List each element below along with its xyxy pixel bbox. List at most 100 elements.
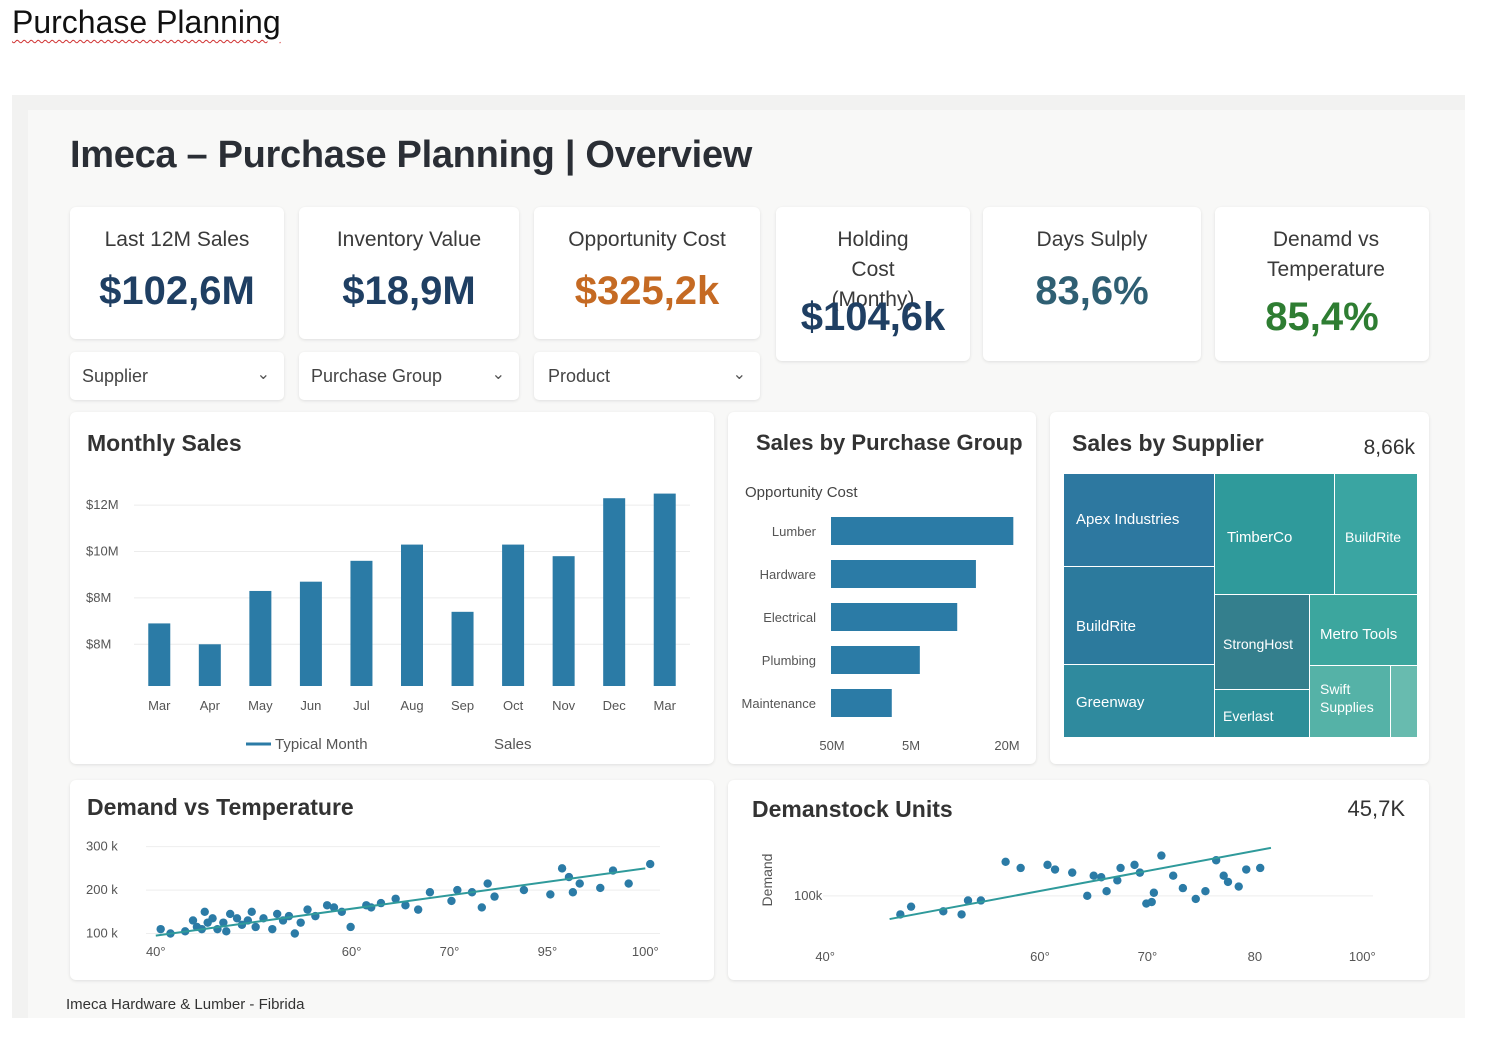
treemap-label: TimberCo xyxy=(1227,529,1292,546)
x-tick-label: Mar xyxy=(148,698,171,713)
y-tick-label: $8M xyxy=(86,636,111,651)
kpi-value: 83,6% xyxy=(1035,269,1149,313)
bar xyxy=(552,556,575,686)
legend-label: Sales xyxy=(494,736,532,753)
scatter-point xyxy=(251,922,260,932)
bar xyxy=(653,493,676,686)
bar xyxy=(831,689,892,717)
dropdown-label: Purchase Group xyxy=(311,366,443,386)
supplier-treemap: Apex Industries TimberCo BuildRite BuildRit… xyxy=(1064,474,1417,737)
dashboard-footer: Imeca Hardware & Lumber - Fibrida xyxy=(66,996,305,1013)
bar xyxy=(603,498,626,686)
scatter-point xyxy=(272,909,282,919)
kpi-label: Last 12M Sales xyxy=(104,228,250,251)
trend-line xyxy=(889,846,1272,921)
scatter-point xyxy=(1116,863,1125,873)
kpi-value: 85,4% xyxy=(1265,295,1379,339)
chevron-down-icon: ⌄ xyxy=(256,366,270,383)
sales-by-purchase-group-panel: Sales by Purchase Group Opportunity Cost… xyxy=(728,412,1036,764)
y-tick-label: Maintenance xyxy=(742,696,816,711)
x-tick-label: 95° xyxy=(538,944,558,959)
treemap-label: Supplies xyxy=(1320,699,1374,715)
bar xyxy=(350,560,373,686)
scatter-point xyxy=(557,864,567,873)
scatter-point xyxy=(1149,888,1159,897)
x-tick-label: 40° xyxy=(815,949,835,964)
treemap-label: Swift xyxy=(1320,681,1350,697)
scatter-point xyxy=(1242,865,1251,874)
demanstock-units-panel: Demanstock Units 45,7K 100k 40° 60° 70° 80 10… xyxy=(728,780,1429,980)
scatter-point xyxy=(1191,894,1200,904)
scatter-point xyxy=(477,903,487,912)
scatter-point xyxy=(646,859,655,869)
bar xyxy=(831,646,920,674)
scatter-point xyxy=(490,892,499,901)
scatter-point xyxy=(447,896,456,906)
scatter-point xyxy=(200,907,209,916)
kpi-label: Denamd vs Temperature xyxy=(1267,228,1385,281)
y-tick-label: $12M xyxy=(86,497,119,512)
x-tick-label: 60° xyxy=(342,944,362,959)
bar xyxy=(148,623,171,686)
bar xyxy=(299,581,322,686)
y-tick-label: 100 k xyxy=(86,925,118,940)
purchase-group-dropdown[interactable]: Purchase Group ⌄ xyxy=(299,352,519,400)
legend-label: Typical Month xyxy=(275,736,368,753)
bar xyxy=(401,544,423,686)
y-tick-label: $8M xyxy=(86,590,111,605)
kpi-value: $18,9M xyxy=(342,269,476,313)
scatter-point xyxy=(906,902,916,911)
supplier-dropdown[interactable]: Supplier ⌄ xyxy=(70,352,284,400)
kpi-card-days-supply: Days Sulply 83,6% xyxy=(983,207,1201,361)
monthly-sales-panel: Monthly Sales $12M $10M $8M $8M Mar Apr May Jun… xyxy=(70,412,714,764)
treemap-label: BuildRite xyxy=(1076,618,1136,635)
purchase-group-chart: Lumber Hardware Electrical Plumbing Maintena… xyxy=(742,517,1020,753)
scatter-point xyxy=(1130,860,1139,870)
y-tick-label: Plumbing xyxy=(762,653,816,668)
scatter-point xyxy=(1178,883,1188,893)
demand-temperature-scatter: 300 k 200 k 100 k 40° 60° 70° 95° 100° xyxy=(86,839,660,959)
product-dropdown[interactable]: Product ⌄ xyxy=(534,352,760,400)
scatter-point xyxy=(624,879,633,888)
demand-vs-temperature-panel: Demand vs Temperature 300 k 200 k 100 k 40°… xyxy=(70,780,714,980)
x-tick-label: Jul xyxy=(353,698,370,713)
scatter-point xyxy=(268,924,277,934)
kpi-card-last-12m-sales: Last 12M Sales $102,6M xyxy=(70,207,284,339)
treemap-label: BuildRite xyxy=(1345,529,1401,545)
x-tick-label: Nov xyxy=(552,698,576,713)
scatter-point xyxy=(1201,886,1210,896)
y-tick-label: 300 k xyxy=(86,839,118,854)
y-tick-label: Hardware xyxy=(760,567,816,582)
x-tick-label: 60° xyxy=(1030,949,1050,964)
x-tick-label: May xyxy=(248,698,273,713)
treemap-tile xyxy=(1064,567,1214,664)
scatter-point xyxy=(1223,877,1233,887)
scatter-point xyxy=(575,879,584,888)
x-tick-label: 70° xyxy=(1138,949,1158,964)
bar xyxy=(831,517,1014,545)
kpi-card-opportunity-cost: Opportunity Cost $325,2k xyxy=(534,207,760,339)
y-tick-label: Electrical xyxy=(763,610,816,625)
x-tick-label: 50M xyxy=(819,738,844,753)
x-tick-label: Oct xyxy=(503,698,524,713)
scatter-point xyxy=(296,918,305,927)
scatter-point xyxy=(1147,897,1156,907)
kpi-value: $102,6M xyxy=(99,269,255,313)
x-tick-label: Aug xyxy=(400,698,423,713)
kpi-label: Inventory Value xyxy=(336,228,482,251)
bar xyxy=(198,644,221,686)
scatter-point xyxy=(208,914,217,923)
scatter-point xyxy=(957,910,966,919)
scatter-point xyxy=(1168,871,1178,880)
scatter-point xyxy=(290,929,300,938)
scatter-point xyxy=(519,885,529,895)
demanstock-scatter: 100k 40° 60° 70° 80 100° Demand xyxy=(759,846,1376,964)
kpi-label: Opportunity Cost xyxy=(568,228,726,251)
bar xyxy=(451,611,474,686)
dropdown-label: Supplier xyxy=(82,366,149,386)
chevron-down-icon: ⌄ xyxy=(491,366,505,383)
x-tick-label: 100° xyxy=(1349,949,1376,964)
y-tick-label: 200 k xyxy=(86,882,118,897)
scatter-point xyxy=(1068,868,1077,877)
treemap-label: Metro Tools xyxy=(1320,626,1397,643)
